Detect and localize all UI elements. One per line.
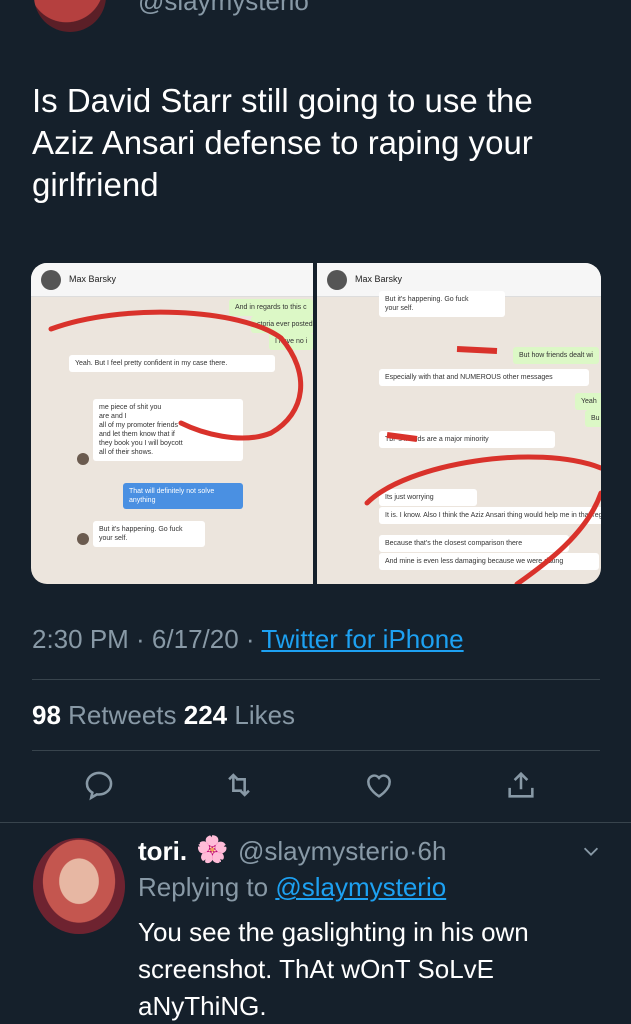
reply-author-name[interactable]: tori. [138,836,187,867]
divider [32,679,600,680]
likes-label[interactable]: Likes [227,700,295,730]
retweet-count[interactable]: 98 [32,700,61,730]
red-annotation [48,309,304,441]
chevron-down-icon[interactable] [580,840,602,862]
reply-icon [85,771,113,801]
share-button[interactable] [504,768,544,808]
replying-to: Replying to @slaymysterio [138,872,446,903]
reply-text: You see the gaslighting in his own scree… [138,917,529,1021]
author-handle[interactable]: @slaymysterio [138,0,309,17]
red-annotation [364,346,601,584]
divider [0,822,631,823]
retweets-label[interactable]: Retweets [61,700,184,730]
chat-screenshot-right[interactable]: Max Barsky But it's happening. Go fuck y… [317,263,601,584]
tweet-text: Is David Starr still going to use the Az… [32,82,533,203]
like-button[interactable] [362,768,402,808]
flower-emoji: 🌸 [196,834,229,864]
tweet-timestamp: 2:30 PM · 6/17/20 · [32,624,262,654]
tweet-media[interactable]: Max Barsky And in regards to this c ctor… [31,263,601,584]
retweet-button[interactable] [222,768,262,808]
reply-avatar[interactable] [33,838,125,934]
reply-handle-text: @slaymysterio [238,836,409,866]
reply-button[interactable] [82,768,122,808]
avatar[interactable] [34,0,106,32]
reply-timestamp: ·6h [408,836,447,866]
divider [32,750,600,751]
retweet-icon [228,773,250,797]
replying-label: Replying to [138,872,276,902]
chat-screenshot-left[interactable]: Max Barsky And in regards to this c ctor… [31,263,313,584]
like-count[interactable]: 224 [184,700,227,730]
tweet-actions [0,768,631,812]
replying-to-link[interactable]: @slaymysterio [275,872,446,902]
share-icon [508,771,534,798]
source-link[interactable]: Twitter for iPhone [261,624,463,654]
reply-author-handle[interactable]: @slaymysterio·6h [238,836,446,867]
tweet-stats: 98 Retweets 224 Likes [32,700,295,731]
previous-tweet-header: @slaymysterio [0,0,631,40]
like-icon [367,774,391,798]
tweet-meta: 2:30 PM · 6/17/20 · Twitter for iPhone [32,624,464,655]
